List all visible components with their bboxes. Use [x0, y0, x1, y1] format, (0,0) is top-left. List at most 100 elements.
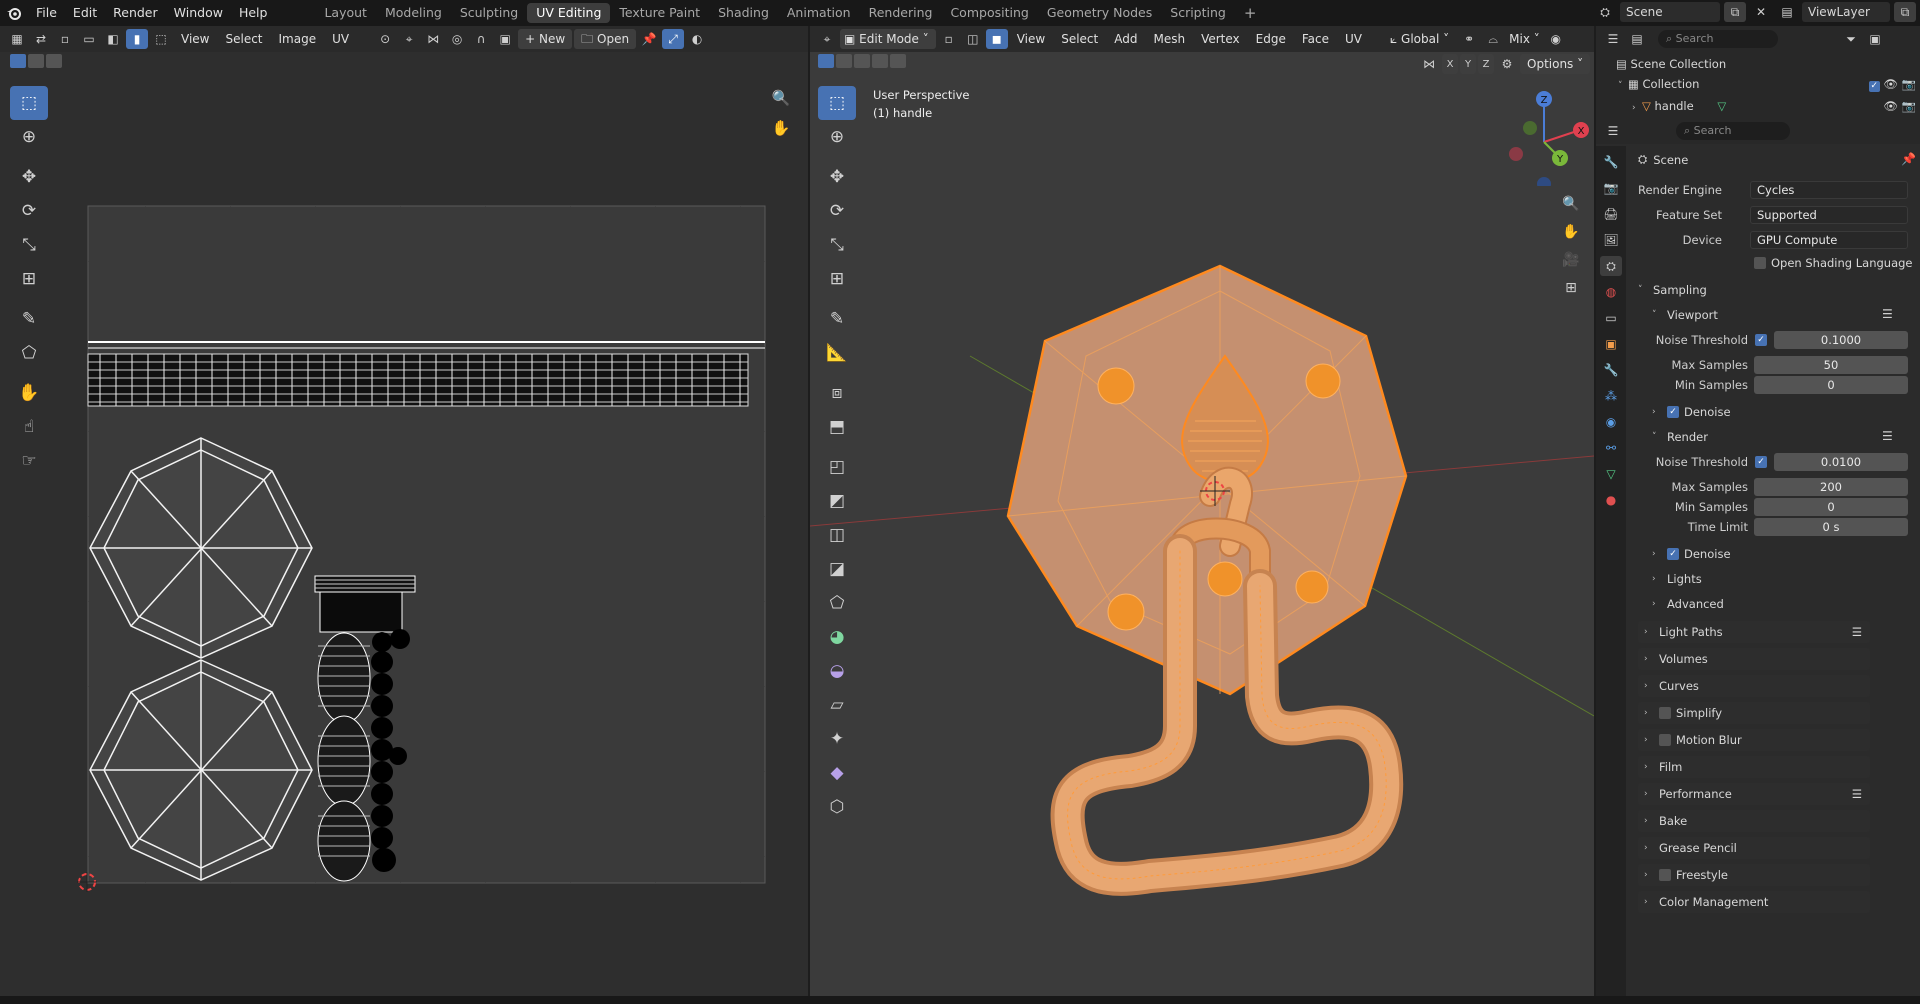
feature-set-dropdown[interactable]: Supported	[1750, 206, 1908, 224]
new-scene-icon[interactable]: ⧉	[1724, 2, 1746, 22]
menu-view[interactable]: View	[174, 29, 216, 49]
tab-animation[interactable]: Animation	[778, 3, 860, 23]
menu-window[interactable]: Window	[166, 2, 231, 24]
r-time-limit-field[interactable]: 0 s	[1754, 518, 1908, 536]
visibility-icons[interactable]: 👁 📷	[1883, 96, 1916, 116]
menu-uv[interactable]: UV	[325, 29, 356, 49]
view-layer-tab-icon[interactable]: 🖼	[1600, 230, 1622, 250]
view-layer-icon[interactable]: ▤	[1776, 2, 1798, 22]
presets-list-icon[interactable]: ☰	[1852, 787, 1862, 801]
new-view-layer-icon[interactable]: ⧉	[1894, 2, 1916, 22]
lights-subpanel[interactable]: › Lights	[1652, 569, 1702, 589]
panel-performance[interactable]: › Performance ☰	[1638, 783, 1870, 805]
sampling-panel-header[interactable]: ˅ Sampling	[1638, 280, 1707, 300]
r-denoise-subpanel[interactable]: › ✓ Denoise	[1652, 544, 1731, 564]
presets-list-icon[interactable]: ☰	[1882, 429, 1893, 443]
advanced-subpanel[interactable]: › Advanced	[1652, 594, 1724, 614]
expand-arrow-icon[interactable]: ›	[1632, 98, 1642, 118]
panel-film[interactable]: › Film	[1638, 756, 1870, 778]
osl-checkbox[interactable]	[1754, 257, 1766, 269]
pin-icon[interactable]: 📌	[638, 29, 660, 49]
r-noise-checkbox[interactable]: ✓	[1755, 456, 1767, 468]
vertex-select-icon[interactable]: ▫	[54, 29, 76, 49]
vp-max-samples-field[interactable]: 50	[1754, 356, 1908, 374]
panel-motion-blur[interactable]: › Motion Blur	[1638, 729, 1870, 751]
properties-type-icon[interactable]: ☰	[1602, 121, 1624, 141]
move-tool-icon[interactable]: ✥	[10, 160, 48, 194]
outliner-row-collection[interactable]: ˅ ▦ Collection ✓ 👁 📷	[1616, 74, 1916, 96]
viewport-subpanel-header[interactable]: ˅ Viewport	[1652, 305, 1718, 325]
snap-target-icon[interactable]: ⋈	[422, 29, 444, 49]
relax-tool-icon[interactable]: ☝	[10, 410, 48, 444]
render-tab-icon[interactable]: 📷	[1600, 178, 1622, 198]
proportional-icon[interactable]: ◎	[446, 29, 468, 49]
pivot-icon[interactable]: ⊙	[374, 29, 396, 49]
menu-help[interactable]: Help	[231, 2, 276, 24]
island-select-icon[interactable]: ▮	[126, 29, 148, 49]
uv-sync-icon[interactable]: ⇄	[30, 29, 52, 49]
falloff-icon[interactable]: ∩	[470, 29, 492, 49]
tab-rendering[interactable]: Rendering	[860, 3, 942, 23]
face-select-icon[interactable]: ◧	[102, 29, 124, 49]
view-layer-selector[interactable]: ViewLayer	[1802, 2, 1890, 22]
vp-min-samples-field[interactable]: 0	[1754, 376, 1908, 394]
snap-icon[interactable]: ⌖	[398, 29, 420, 49]
annotate-tool-icon[interactable]: ✎	[10, 302, 48, 336]
modifier-tab-icon[interactable]: 🔧	[1600, 360, 1622, 380]
material-tab-icon[interactable]: ●	[1600, 490, 1622, 510]
uv-island-chain[interactable]	[317, 632, 371, 882]
motion-blur-checkbox[interactable]	[1659, 734, 1671, 746]
scale-tool-icon[interactable]: ⤡	[10, 228, 48, 262]
visibility-icons[interactable]: ✓ 👁 📷	[1868, 74, 1916, 94]
panel-volumes[interactable]: › Volumes	[1638, 648, 1870, 670]
r-min-samples-field[interactable]: 0	[1754, 498, 1908, 516]
presets-list-icon[interactable]: ☰	[1852, 625, 1862, 639]
expand-arrow-icon[interactable]: ˅	[1618, 76, 1628, 96]
panel-freestyle[interactable]: › Freestyle	[1638, 864, 1870, 886]
object-tab-icon[interactable]: ▣	[1600, 334, 1622, 354]
filter-icon[interactable]: ⏷	[1840, 29, 1862, 49]
tab-sculpting[interactable]: Sculpting	[451, 3, 527, 23]
world-tab-icon[interactable]: ◍	[1600, 282, 1622, 302]
presets-list-icon[interactable]: ☰	[1882, 307, 1893, 321]
r-denoise-checkbox[interactable]: ✓	[1667, 548, 1679, 560]
select-new-icon[interactable]	[10, 54, 26, 68]
panel-light-paths[interactable]: › Light Paths ☰	[1638, 621, 1870, 643]
panel-simplify[interactable]: › Simplify	[1638, 702, 1870, 724]
edge-select-icon[interactable]: ▭	[78, 29, 100, 49]
render-engine-dropdown[interactable]: Cycles	[1750, 181, 1908, 199]
panel-curves[interactable]: › Curves	[1638, 675, 1870, 697]
tool-tab-icon[interactable]: 🔧	[1600, 152, 1622, 172]
vp-noise-checkbox[interactable]: ✓	[1755, 334, 1767, 346]
tab-uv-editing[interactable]: UV Editing	[527, 3, 611, 23]
overlay-icon[interactable]: ◐	[686, 29, 708, 49]
menu-file[interactable]: File	[28, 2, 65, 24]
grab-tool-icon[interactable]: ✋	[10, 376, 48, 410]
menu-image[interactable]: Image	[272, 29, 324, 49]
panel-bake[interactable]: › Bake	[1638, 810, 1870, 832]
properties-search-input[interactable]: ⌕ Search	[1676, 122, 1790, 140]
rotate-tool-icon[interactable]: ⟳	[10, 194, 48, 228]
menu-select[interactable]: Select	[218, 29, 269, 49]
display-mode-icon[interactable]: ▤	[1626, 29, 1648, 49]
pinch-tool-icon[interactable]: ☞	[10, 444, 48, 478]
panel-color-management[interactable]: › Color Management	[1638, 891, 1870, 913]
uv-canvas[interactable]	[60, 176, 780, 906]
uv-island-block[interactable]	[314, 575, 416, 633]
zoom-icon[interactable]: 🔍	[770, 88, 792, 108]
menu-render[interactable]: Render	[105, 2, 166, 24]
open-image-button[interactable]: 🗀 Open	[574, 29, 637, 49]
render-subpanel-header[interactable]: ˅ Render	[1652, 427, 1708, 447]
tab-texture-paint[interactable]: Texture Paint	[610, 3, 709, 23]
tab-modeling[interactable]: Modeling	[376, 3, 451, 23]
blender-logo-icon[interactable]	[0, 6, 28, 20]
r-max-samples-field[interactable]: 200	[1754, 478, 1908, 496]
simplify-checkbox[interactable]	[1659, 707, 1671, 719]
scene-selector[interactable]: Scene	[1620, 2, 1720, 22]
vp-denoise-subpanel[interactable]: › ✓ Denoise	[1652, 402, 1731, 422]
physics-tab-icon[interactable]: ◉	[1600, 412, 1622, 432]
transform-tool-icon[interactable]: ⊞	[10, 262, 48, 296]
exclude-checkbox[interactable]: ✓	[1868, 80, 1880, 92]
vp-noise-field[interactable]: 0.1000	[1774, 331, 1908, 349]
delete-scene-icon[interactable]: ✕	[1750, 2, 1772, 22]
